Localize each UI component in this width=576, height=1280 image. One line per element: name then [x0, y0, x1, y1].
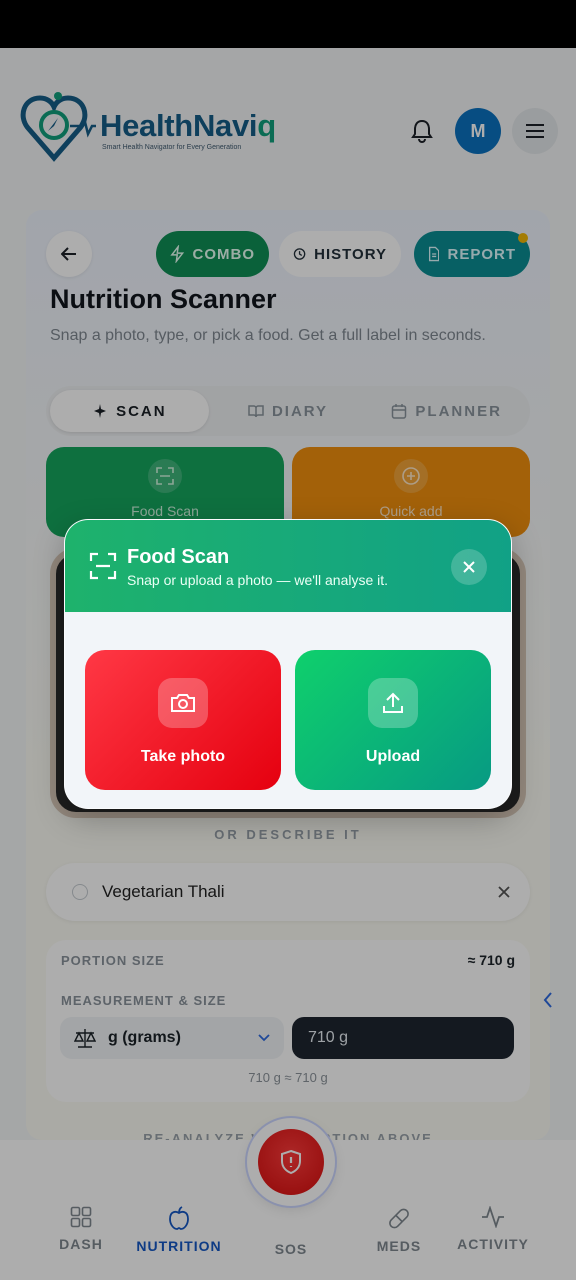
- take-photo-button[interactable]: Take photo: [85, 650, 281, 790]
- upload-button[interactable]: Upload: [295, 650, 491, 790]
- status-bar: [0, 0, 576, 48]
- food-scan-modal: Food Scan Snap or upload a photo — we'll…: [64, 519, 512, 809]
- upload-label: Upload: [365, 748, 421, 765]
- camera-icon: [158, 678, 208, 728]
- upload-icon: [368, 678, 418, 728]
- modal-close-button[interactable]: [451, 549, 487, 585]
- modal-title: Food Scan: [127, 546, 230, 568]
- modal-header: Food Scan Snap or upload a photo — we'll…: [65, 520, 511, 612]
- take-photo-label: Take photo: [140, 748, 226, 765]
- modal-subtitle: Snap or upload a photo — we'll analyse i…: [127, 572, 389, 588]
- close-icon: [463, 561, 475, 573]
- scan-frame-icon: [89, 552, 117, 580]
